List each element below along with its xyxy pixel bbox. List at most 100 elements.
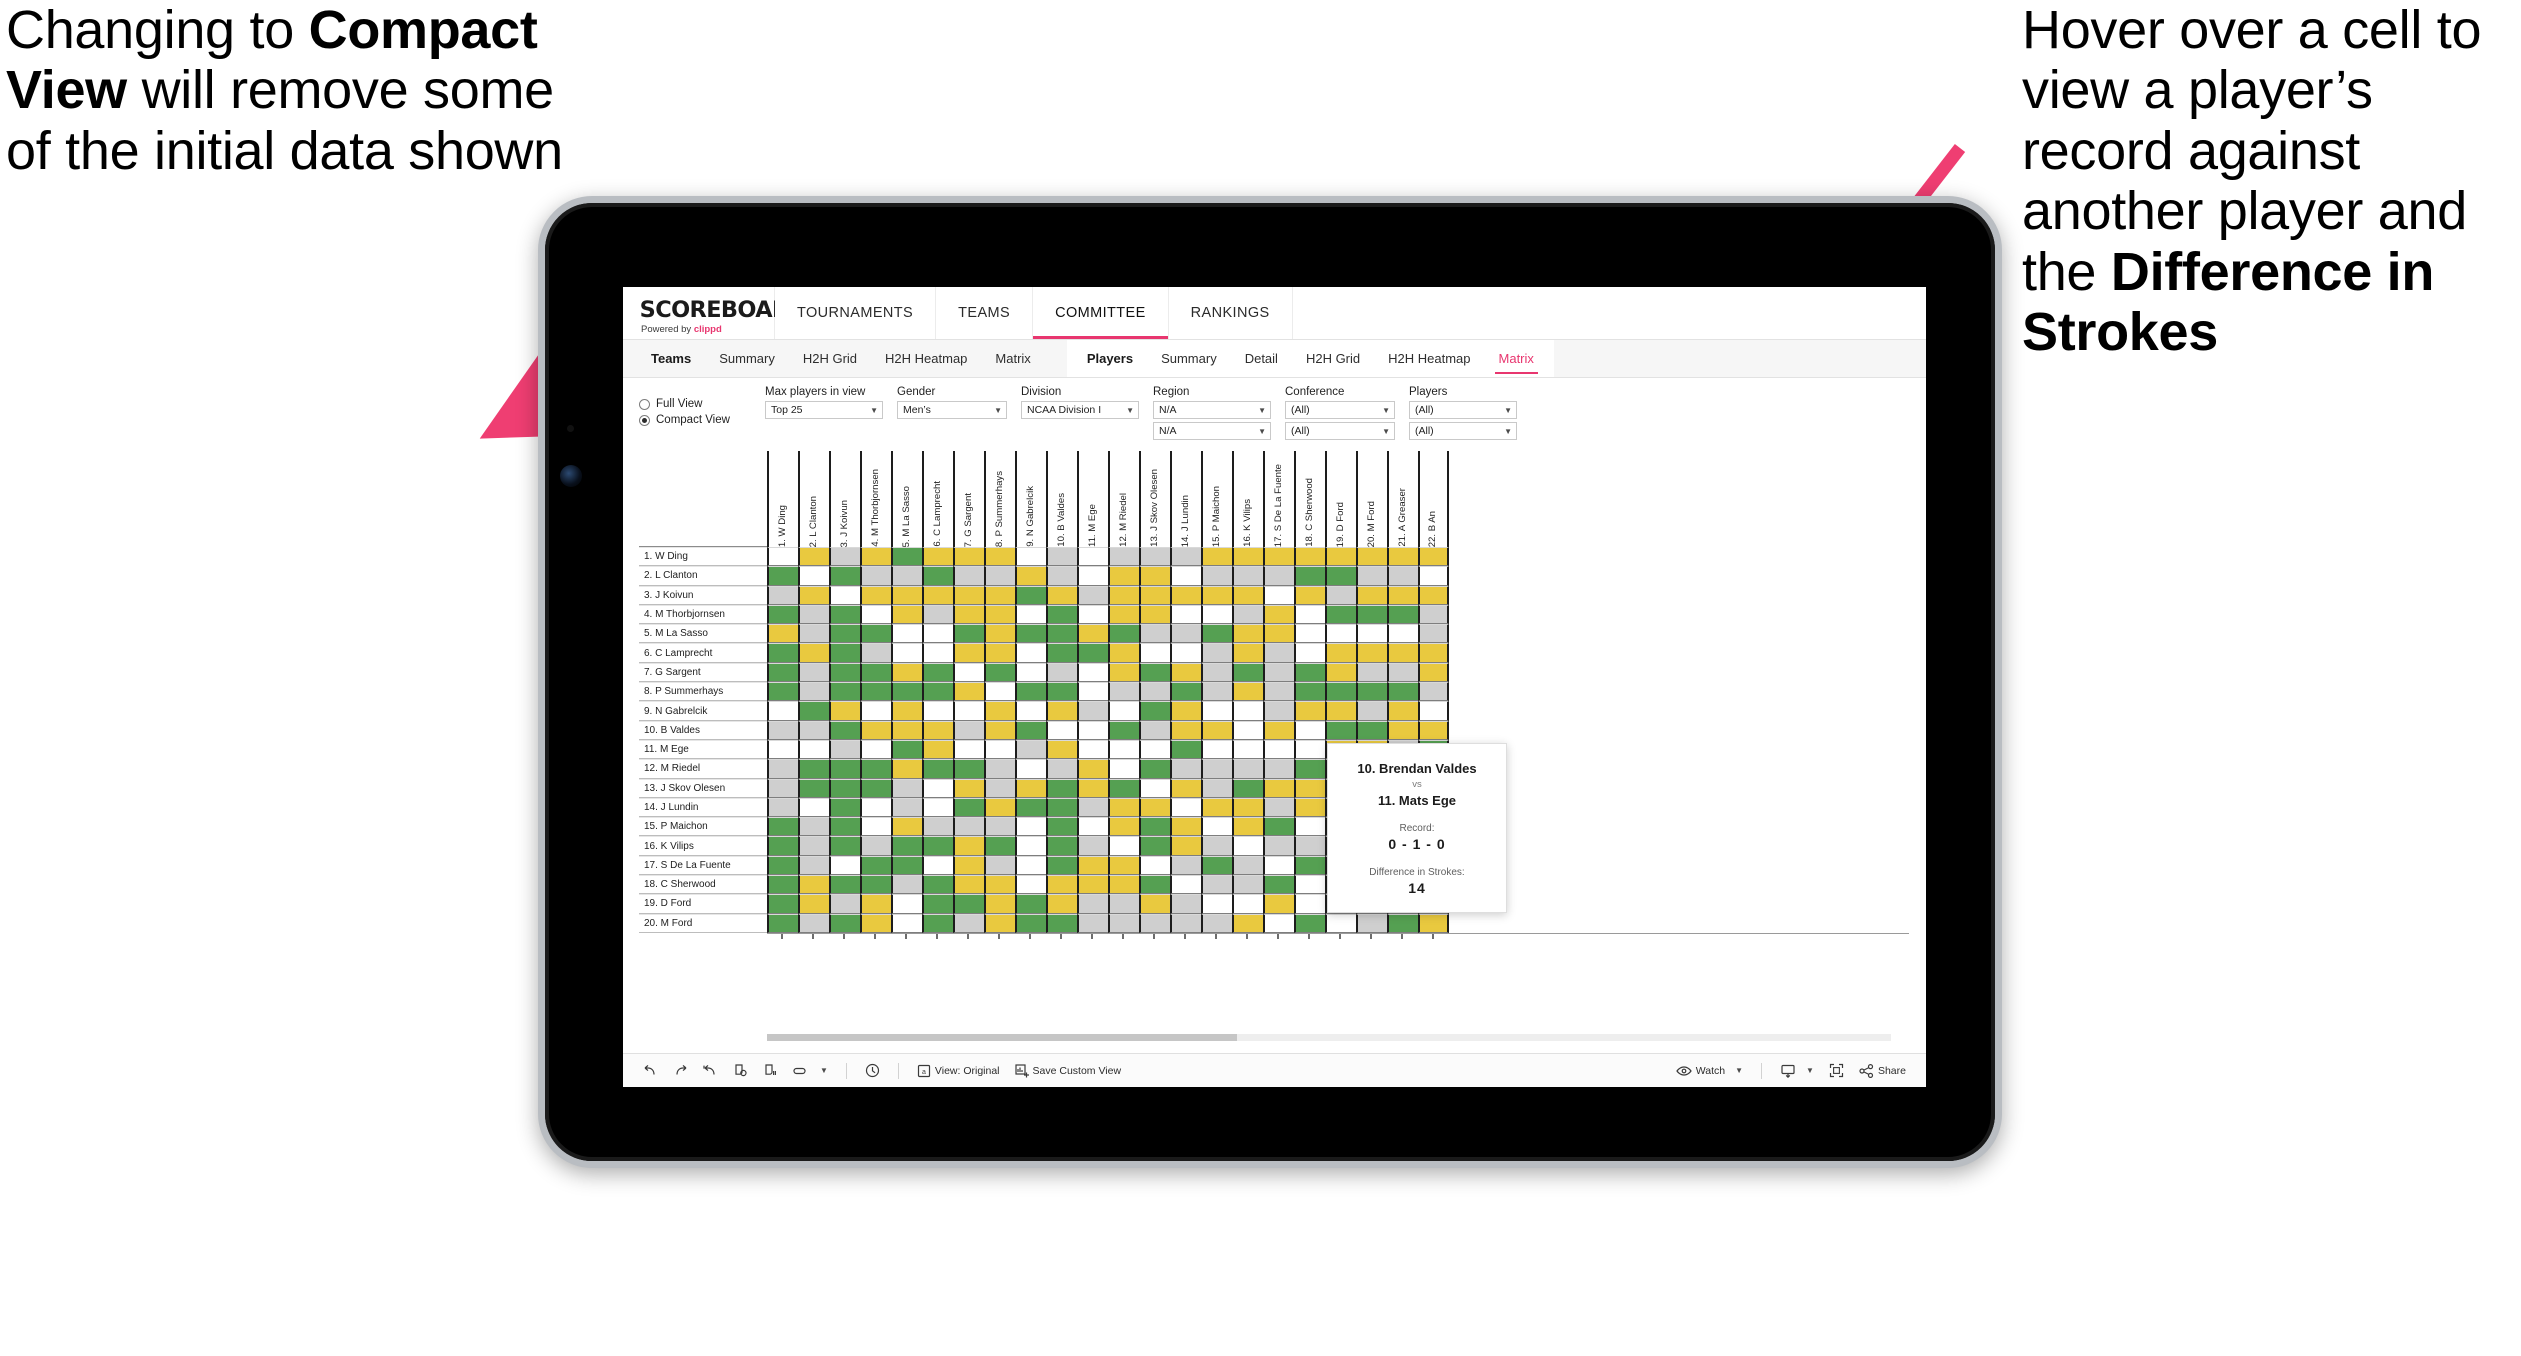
- matrix-cell[interactable]: [829, 643, 860, 663]
- matrix-cell[interactable]: [1325, 662, 1356, 683]
- matrix-cell[interactable]: [767, 778, 798, 798]
- matrix-cell[interactable]: [922, 547, 953, 567]
- matrix-cell[interactable]: [767, 739, 798, 760]
- matrix-cell[interactable]: [829, 855, 860, 876]
- matrix-cell[interactable]: [1263, 913, 1294, 933]
- matrix-cell[interactable]: [1170, 585, 1201, 605]
- matrix-cell[interactable]: [953, 817, 984, 837]
- h2h-matrix[interactable]: 1. W Ding 2. L Clanton 3. J Koivun 4. M Tho…: [639, 451, 1909, 943]
- matrix-col-header[interactable]: 7. G Sargent: [953, 451, 984, 547]
- matrix-cell[interactable]: [767, 566, 798, 586]
- matrix-cell[interactable]: [829, 720, 860, 740]
- nav-tournaments[interactable]: TOURNAMENTS: [775, 287, 937, 339]
- matrix-cell[interactable]: [1232, 624, 1263, 644]
- matrix-cell[interactable]: [1139, 855, 1170, 876]
- matrix-cell[interactable]: [1139, 817, 1170, 837]
- players-select[interactable]: (All) ▼: [1409, 401, 1517, 419]
- matrix-row-label[interactable]: 18. C Sherwood: [639, 875, 767, 895]
- matrix-cell[interactable]: [1418, 566, 1449, 586]
- matrix-cell[interactable]: [984, 739, 1015, 760]
- matrix-cell[interactable]: [1170, 855, 1201, 876]
- matrix-cell[interactable]: [984, 836, 1015, 856]
- matrix-cell[interactable]: [891, 585, 922, 605]
- matrix-cell[interactable]: [1294, 875, 1325, 895]
- matrix-cell[interactable]: [767, 682, 798, 702]
- matrix-col-header[interactable]: 21. A Greaser: [1387, 451, 1418, 547]
- matrix-cell[interactable]: [1418, 720, 1449, 740]
- refresh-data-button[interactable]: [727, 1061, 754, 1080]
- matrix-cell[interactable]: [891, 778, 922, 798]
- matrix-cell[interactable]: [1232, 778, 1263, 798]
- matrix-cell[interactable]: [984, 682, 1015, 702]
- matrix-cell[interactable]: [1108, 604, 1139, 625]
- history-button[interactable]: [859, 1061, 886, 1080]
- matrix-cell[interactable]: [1232, 739, 1263, 760]
- matrix-cell[interactable]: [1170, 759, 1201, 779]
- matrix-cell[interactable]: [1139, 566, 1170, 586]
- matrix-cell[interactable]: [1294, 720, 1325, 740]
- download-button[interactable]: ▼: [1774, 1062, 1820, 1080]
- matrix-cell[interactable]: [1232, 643, 1263, 663]
- matrix-cell[interactable]: [767, 720, 798, 740]
- matrix-cell[interactable]: [1201, 624, 1232, 644]
- matrix-cell[interactable]: [1201, 643, 1232, 663]
- matrix-col-header[interactable]: 2. L Clanton: [798, 451, 829, 547]
- matrix-cell[interactable]: [860, 778, 891, 798]
- matrix-cell[interactable]: [1046, 855, 1077, 876]
- matrix-cell[interactable]: [1108, 778, 1139, 798]
- matrix-cell[interactable]: [953, 643, 984, 663]
- matrix-cell[interactable]: [1015, 778, 1046, 798]
- matrix-cell[interactable]: [1201, 604, 1232, 625]
- matrix-cell[interactable]: [1170, 662, 1201, 683]
- matrix-cell[interactable]: [1046, 739, 1077, 760]
- matrix-row-label[interactable]: 19. D Ford: [639, 894, 767, 914]
- matrix-cell[interactable]: [1232, 759, 1263, 779]
- subnav-players-summary[interactable]: Summary: [1147, 340, 1231, 377]
- matrix-cell[interactable]: [798, 875, 829, 895]
- max-players-select[interactable]: Top 25 ▼: [765, 401, 883, 419]
- matrix-cell[interactable]: [1356, 547, 1387, 567]
- matrix-cell[interactable]: [798, 604, 829, 625]
- matrix-cell[interactable]: [1015, 875, 1046, 895]
- matrix-cell[interactable]: [922, 875, 953, 895]
- matrix-cell[interactable]: [1108, 701, 1139, 721]
- matrix-cell[interactable]: [1201, 875, 1232, 895]
- matrix-cell[interactable]: [1387, 701, 1418, 721]
- matrix-cell[interactable]: [860, 855, 891, 876]
- matrix-row-label[interactable]: 10. B Valdes: [639, 720, 767, 740]
- conference-select[interactable]: (All) ▼: [1285, 401, 1395, 419]
- matrix-cell[interactable]: [891, 624, 922, 644]
- matrix-cell[interactable]: [1263, 566, 1294, 586]
- matrix-cell[interactable]: [798, 547, 829, 567]
- matrix-cell[interactable]: [829, 604, 860, 625]
- matrix-cell[interactable]: [1294, 739, 1325, 760]
- radio-full-view[interactable]: Full View: [639, 398, 751, 410]
- matrix-cell[interactable]: [1170, 701, 1201, 721]
- matrix-cell[interactable]: [1077, 624, 1108, 644]
- matrix-cell[interactable]: [953, 624, 984, 644]
- matrix-cell[interactable]: [1170, 566, 1201, 586]
- matrix-cell[interactable]: [984, 817, 1015, 837]
- matrix-cell[interactable]: [1108, 547, 1139, 567]
- matrix-cell[interactable]: [1046, 585, 1077, 605]
- matrix-cell[interactable]: [1201, 817, 1232, 837]
- matrix-cell[interactable]: [953, 662, 984, 683]
- matrix-cell[interactable]: [1108, 855, 1139, 876]
- matrix-cell[interactable]: [767, 855, 798, 876]
- matrix-cell[interactable]: [1015, 547, 1046, 567]
- matrix-cell[interactable]: [1325, 643, 1356, 663]
- radio-compact-view[interactable]: Compact View: [639, 414, 751, 426]
- matrix-cell[interactable]: [1263, 739, 1294, 760]
- matrix-cell[interactable]: [860, 585, 891, 605]
- matrix-cell[interactable]: [953, 797, 984, 818]
- matrix-cell[interactable]: [984, 875, 1015, 895]
- matrix-cell[interactable]: [1139, 836, 1170, 856]
- region-select-secondary[interactable]: N/A ▼: [1153, 422, 1271, 440]
- matrix-cell[interactable]: [798, 720, 829, 740]
- matrix-cell[interactable]: [1139, 662, 1170, 683]
- matrix-cell[interactable]: [1139, 720, 1170, 740]
- matrix-cell[interactable]: [922, 720, 953, 740]
- matrix-row-label[interactable]: 2. L Clanton: [639, 566, 767, 586]
- matrix-cell[interactable]: [891, 855, 922, 876]
- matrix-cell[interactable]: [922, 778, 953, 798]
